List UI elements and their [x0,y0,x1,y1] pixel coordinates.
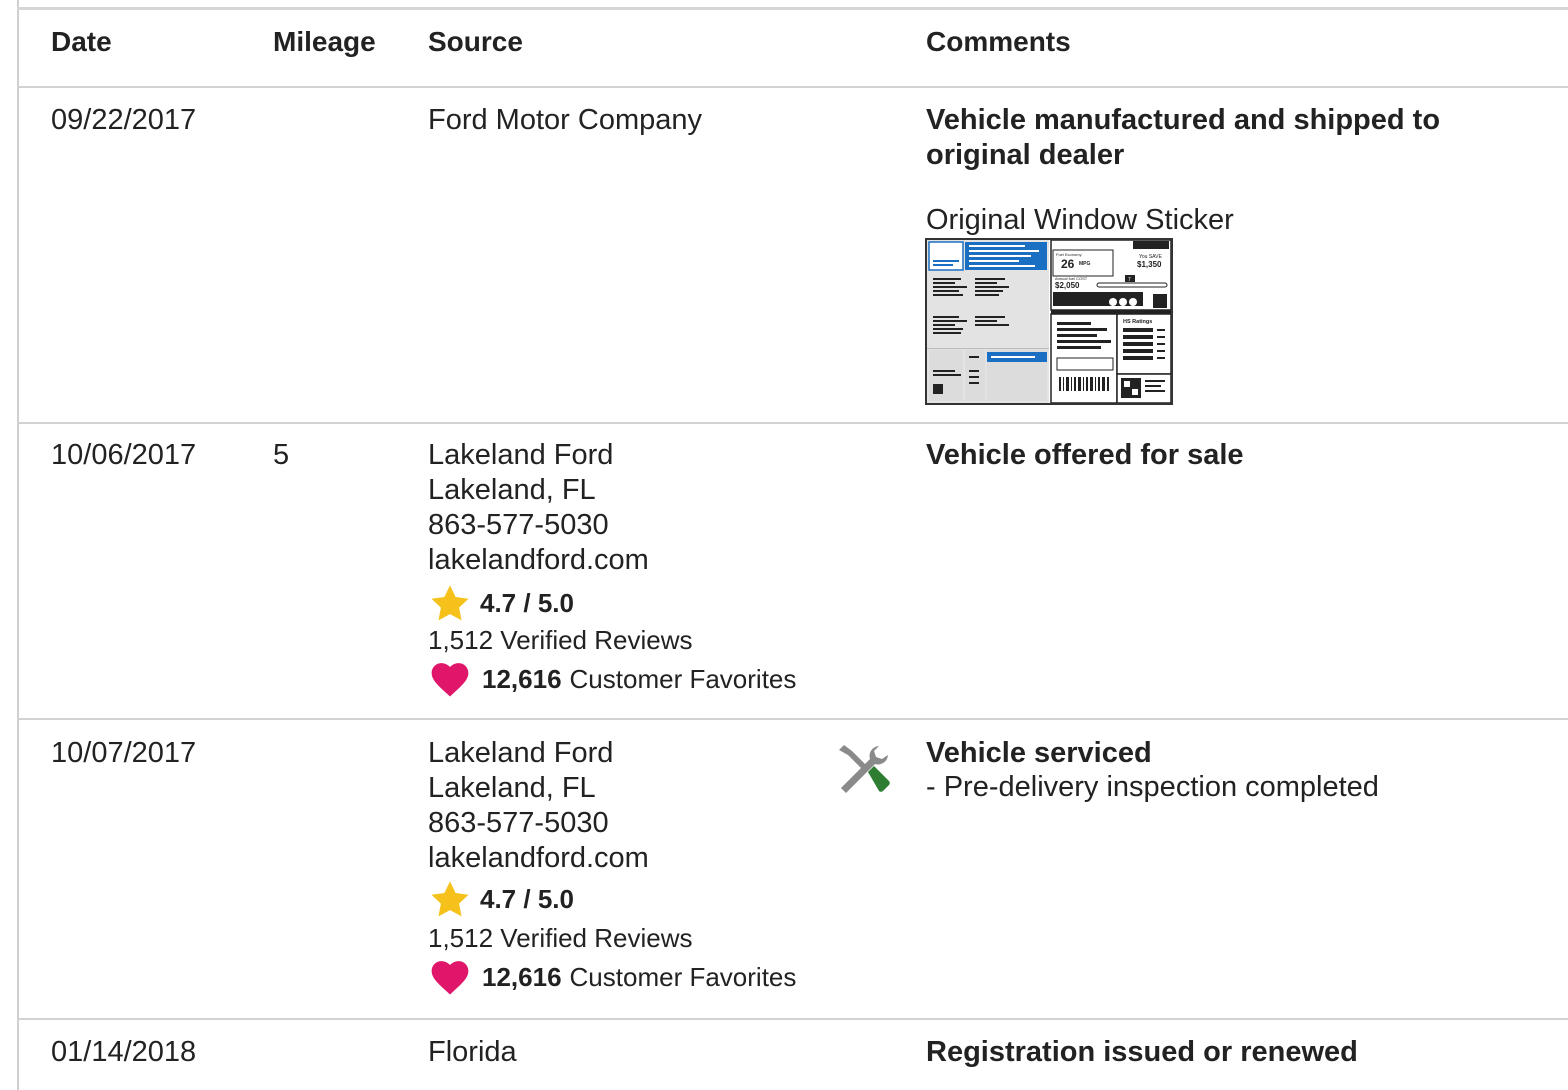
sticker-ratings-title: HS Ratings [1123,319,1152,325]
divider [19,1018,1568,1020]
heart-icon [431,961,469,995]
dealer-website[interactable]: lakelandford.com [428,841,649,876]
comment-title: Vehicle serviced [926,737,1152,769]
service-tools-icon [835,742,891,803]
dealer-name[interactable]: Lakeland Ford [428,736,649,771]
verified-reviews[interactable]: 1,512 Verified Reviews [428,625,692,656]
dealer-rating: 4.7 / 5.0 [430,880,574,918]
star-icon [431,881,469,917]
dealer-rating: 4.7 / 5.0 [430,584,574,622]
header-comments: Comments [926,26,1071,57]
comment-detail: - Pre-delivery inspection completed [926,771,1379,803]
header-date: Date [51,26,112,57]
table-top-border [17,7,1568,10]
verified-reviews[interactable]: 1,512 Verified Reviews [428,923,692,954]
star-icon [431,585,469,621]
rating-value: 4.7 / 5.0 [480,883,574,914]
dealer-name[interactable]: Lakeland Ford [428,438,649,473]
window-sticker-thumbnail[interactable]: Fuel Economy 26 MPG You SAVE $1,350 Annu… [925,238,1173,405]
customer-favorites: 12,616 Customer Favorites [430,660,796,698]
source-name: Ford Motor Company [428,104,702,136]
sticker-annual-cost: $2,050 [1055,281,1080,290]
favorites-label: Customer Favorites [569,961,797,992]
comment-title: Vehicle manufactured and shipped to orig… [926,104,1441,171]
dealer-info: Lakeland Ford Lakeland, FL 863-577-5030 … [428,438,649,578]
divider [19,422,1568,424]
row-date: 10/06/2017 [51,439,197,471]
dealer-location: Lakeland, FL [428,474,596,506]
window-sticker-image: Fuel Economy 26 MPG You SAVE $1,350 Annu… [927,240,1171,403]
row-mileage: 5 [273,439,290,471]
divider [19,86,1568,88]
dealer-phone[interactable]: 863-577-5030 [428,508,649,543]
row-date: 10/07/2017 [51,737,197,769]
dealer-info: Lakeland Ford Lakeland, FL 863-577-5030 … [428,736,649,876]
rating-value: 4.7 / 5.0 [480,587,574,618]
customer-favorites: 12,616 Customer Favorites [430,958,796,996]
source-name: Florida [428,1036,517,1068]
favorites-label: Customer Favorites [569,663,797,694]
row-date: 01/14/2018 [51,1036,197,1068]
window-sticker-link[interactable]: Original Window Sticker [926,203,1234,238]
header-mileage: Mileage [273,26,376,57]
sticker-scale-value: 7 [1128,277,1131,283]
sticker-save: $1,350 [1137,260,1162,269]
dealer-website[interactable]: lakelandford.com [428,543,649,578]
row-date: 09/22/2017 [51,104,197,136]
dealer-phone[interactable]: 863-577-5030 [428,806,649,841]
header-source: Source [428,26,523,57]
dealer-location: Lakeland, FL [428,772,596,804]
sticker-mpg-unit: MPG [1079,261,1091,267]
divider [19,718,1568,720]
favorites-count: 12,616 [482,961,562,992]
favorites-count: 12,616 [482,663,562,694]
sticker-mpg: 26 [1061,257,1075,271]
table-left-border [17,0,19,1090]
comment-title: Vehicle offered for sale [926,439,1244,471]
comment-title: Registration issued or renewed [926,1036,1358,1068]
heart-icon [431,663,469,697]
